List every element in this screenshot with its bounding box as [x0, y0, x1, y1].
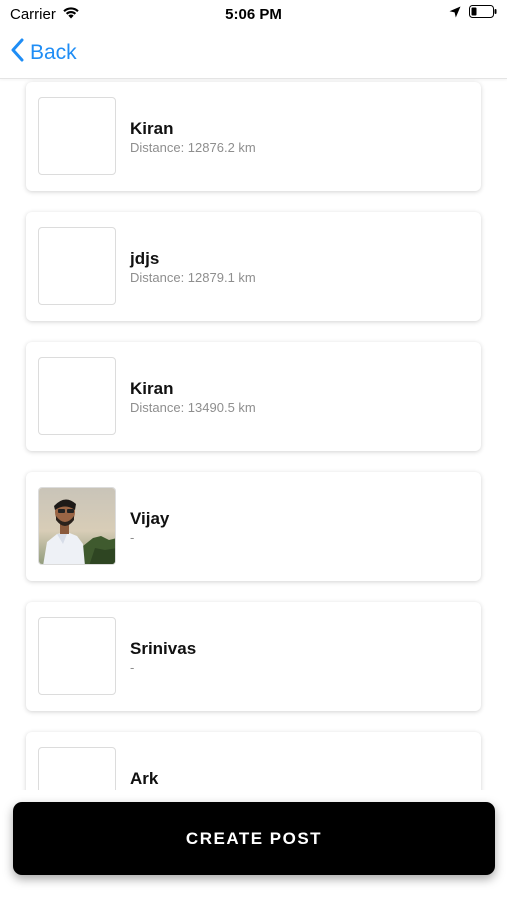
create-post-button[interactable]: CREATE POST: [13, 802, 495, 875]
user-photo-illustration: [39, 488, 115, 564]
list-item[interactable]: Kiran Distance: 13490.5 km: [26, 342, 481, 451]
list-item-name: Vijay: [130, 509, 170, 528]
list-item-text: Ark: [130, 769, 158, 789]
avatar-placeholder: [38, 617, 116, 695]
list-item[interactable]: Vijay -: [26, 472, 481, 581]
list-item-text: Kiran Distance: 12876.2 km: [130, 119, 256, 157]
list-item-distance: Distance: 12879.1 km: [130, 270, 256, 285]
list-item-text: jdjs Distance: 12879.1 km: [130, 249, 256, 287]
avatar-placeholder: [38, 747, 116, 791]
user-list[interactable]: Kiran Distance: 12876.2 km jdjs Distance…: [0, 79, 507, 791]
back-button[interactable]: Back: [10, 38, 77, 68]
list-item-name: Kiran: [130, 379, 174, 398]
list-item-distance: Distance: 13490.5 km: [130, 400, 256, 415]
list-item-distance: -: [130, 660, 135, 675]
list-item[interactable]: jdjs Distance: 12879.1 km: [26, 212, 481, 321]
user-list-content: Kiran Distance: 12876.2 km jdjs Distance…: [0, 79, 507, 791]
list-item[interactable]: Srinivas -: [26, 602, 481, 711]
list-item-name: jdjs: [130, 249, 160, 268]
status-right: [449, 5, 497, 23]
status-left: Carrier: [10, 5, 80, 23]
list-item-name: Kiran: [130, 119, 174, 138]
screen: Carrier 5:06 PM Back Kiran Distance: 128…: [0, 0, 507, 900]
status-bar: Carrier 5:06 PM: [0, 0, 507, 28]
list-item-name: Srinivas: [130, 639, 197, 658]
wifi-icon: [62, 5, 80, 23]
list-item-text: Kiran Distance: 13490.5 km: [130, 379, 256, 417]
back-label: Back: [30, 41, 77, 64]
list-item[interactable]: Kiran Distance: 12876.2 km: [26, 82, 481, 191]
carrier-label: Carrier: [10, 5, 56, 23]
list-item-distance: -: [130, 530, 135, 545]
battery-icon: [469, 5, 497, 23]
list-item-text: Srinivas -: [130, 639, 196, 677]
avatar-placeholder: [38, 227, 116, 305]
avatar-placeholder: [38, 357, 116, 435]
location-arrow-icon: [449, 5, 461, 23]
list-item-name: Ark: [130, 769, 159, 788]
nav-bar: Back: [0, 28, 507, 79]
avatar-placeholder: [38, 97, 116, 175]
list-item-text: Vijay -: [130, 509, 169, 547]
chevron-left-icon: [10, 38, 24, 68]
list-item-distance: Distance: 12876.2 km: [130, 140, 256, 155]
avatar-photo: [38, 487, 116, 565]
bottom-action-bar: CREATE POST: [0, 790, 507, 900]
list-item[interactable]: Ark: [26, 732, 481, 791]
